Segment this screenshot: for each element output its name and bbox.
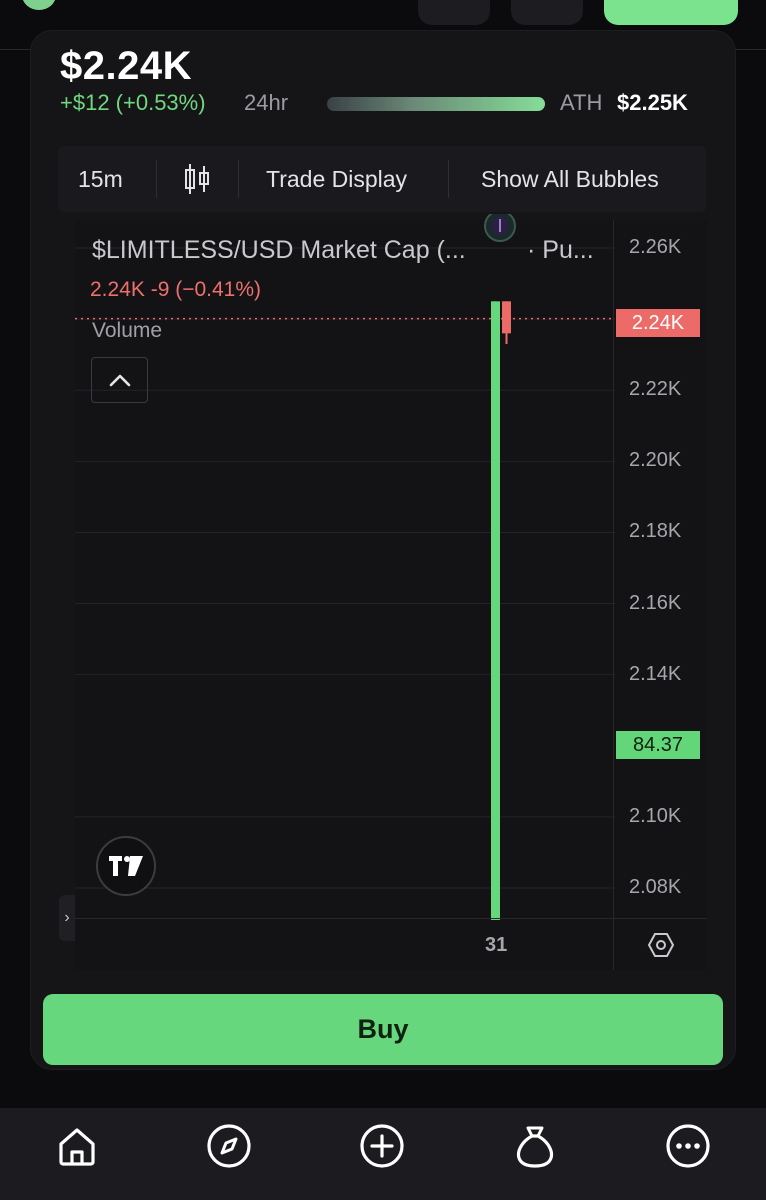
chart-toolbar: 15m Trade Display Show All Bubbles	[58, 146, 706, 212]
price-axis-tick: 2.16K	[629, 591, 682, 614]
toolbar-divider	[238, 160, 239, 198]
change-window: 24hr	[244, 90, 289, 115]
buy-button[interactable]: Buy	[43, 994, 723, 1065]
price-axis-tick: 2.22K	[629, 378, 682, 401]
nav-explore[interactable]	[201, 1118, 257, 1174]
nav-create[interactable]	[354, 1118, 410, 1174]
chart-settings-button[interactable]	[647, 931, 675, 964]
home-icon	[59, 1128, 95, 1166]
ath-value: $2.25K	[617, 90, 688, 115]
trade-display-button[interactable]: Trade Display	[266, 146, 407, 212]
market-cap-price: $2.24K	[60, 44, 192, 88]
nav-wallet[interactable]	[507, 1118, 563, 1174]
ath-progress-bar	[327, 97, 545, 111]
price-axis-tick: 2.26K	[629, 236, 682, 258]
price-axis-tick: 2.10K	[629, 804, 682, 827]
toolbar-fade	[666, 146, 706, 212]
plus-circle-icon	[360, 1124, 404, 1168]
show-bubbles-button[interactable]: Show All Bubbles	[481, 146, 659, 212]
ath-label: ATH	[560, 90, 603, 115]
current-price-tag: 2.24K	[616, 309, 700, 337]
interval-button[interactable]: 15m	[78, 146, 123, 212]
candle-body	[491, 301, 500, 920]
candlestick-icon	[185, 164, 209, 194]
volume-tag: 84.37	[616, 731, 700, 759]
toolbar-divider	[448, 160, 449, 198]
time-axis-label: 31	[485, 934, 508, 956]
tradingview-icon	[109, 856, 143, 876]
price-axis-tick: 2.20K	[629, 449, 682, 472]
price-chart[interactable]: $LIMITLESS/USD Market Cap (... · Pu... 2…	[75, 214, 707, 970]
collapse-indicators-button[interactable]	[91, 357, 148, 403]
more-icon	[666, 1124, 710, 1168]
price-axis-divider	[613, 220, 614, 970]
money-bag-icon	[516, 1126, 554, 1168]
time-axis-divider	[75, 918, 707, 919]
chart-title-suffix: · Pu...	[527, 236, 594, 264]
candle-type-button[interactable]	[182, 146, 212, 212]
price-axis-tick: 2.08K	[629, 876, 682, 898]
nav-more[interactable]	[660, 1118, 716, 1174]
nav-home[interactable]	[49, 1118, 105, 1174]
trade-bubble-avatar[interactable]	[482, 214, 518, 244]
compass-icon	[207, 1124, 251, 1168]
toolbar-divider	[156, 160, 157, 198]
hexagon-settings-icon	[647, 933, 675, 957]
header-button-1[interactable]	[418, 0, 490, 25]
app-logo[interactable]	[22, 0, 56, 10]
side-panel-handle[interactable]: ›	[59, 895, 75, 941]
chevron-up-icon	[109, 374, 130, 387]
tradingview-logo[interactable]	[96, 836, 156, 896]
chart-title: $LIMITLESS/USD Market Cap (...	[92, 236, 466, 264]
volume-label: Volume	[92, 319, 163, 342]
candle-body	[502, 301, 511, 334]
price-change: +$12 (+0.53%)	[60, 90, 206, 115]
ohlc-readout: 2.24K -9 (−0.41%)	[90, 278, 262, 301]
bottom-nav	[0, 1108, 766, 1200]
header-search-button[interactable]	[511, 0, 583, 25]
price-axis-tick: 2.18K	[629, 520, 682, 543]
header-signin-button[interactable]	[604, 0, 738, 25]
price-axis-tick: 2.14K	[629, 662, 682, 685]
